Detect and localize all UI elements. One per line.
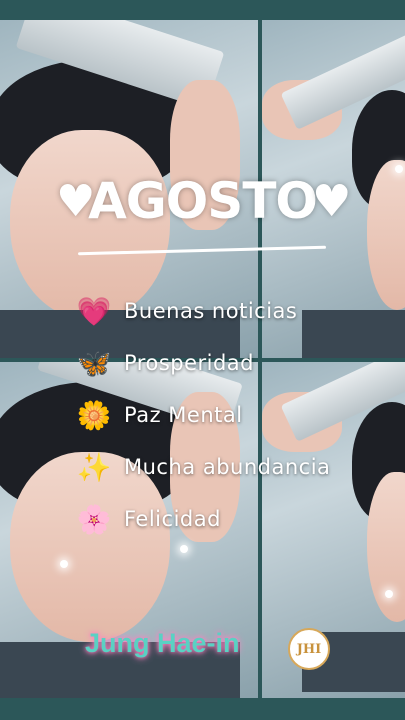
wish-label: Buenas noticias — [124, 299, 298, 323]
list-item: ✨ Mucha abundancia — [76, 441, 330, 493]
butterfly-icon: 🦋 — [76, 346, 112, 380]
actor-name: Jung Hae-in — [85, 628, 240, 658]
heart-icon: 💗 — [76, 294, 112, 328]
flower-icon: 🌼 — [76, 398, 112, 432]
bottom-border — [0, 698, 405, 720]
wish-label: Paz Mental — [124, 403, 243, 427]
list-item: 🌼 Paz Mental — [76, 389, 330, 441]
sparkle-decoration — [385, 590, 393, 598]
wish-label: Mucha abundancia — [124, 455, 331, 479]
list-item: 🌸 Felicidad — [76, 493, 330, 545]
list-item: 💗 Buenas noticias — [76, 285, 330, 337]
top-border — [0, 0, 405, 20]
sparkle-decoration — [60, 560, 68, 568]
list-item: 🦋 Prosperidad — [76, 337, 330, 389]
wish-label: Prosperidad — [124, 351, 255, 375]
logo-badge: JHI — [288, 628, 330, 670]
wish-list: 💗 Buenas noticias 🦋 Prosperidad 🌼 Paz Me… — [76, 285, 330, 545]
heart-right-icon: ♥ — [312, 176, 352, 227]
wish-label: Felicidad — [124, 507, 221, 531]
collage-frame: ♥ AGOSTO ♥ 💗 Buenas noticias 🦋 Prosperid… — [0, 0, 405, 720]
blossom-icon: 🌸 — [76, 502, 112, 536]
sparkle-decoration — [180, 545, 188, 553]
sparkles-icon: ✨ — [76, 450, 112, 484]
